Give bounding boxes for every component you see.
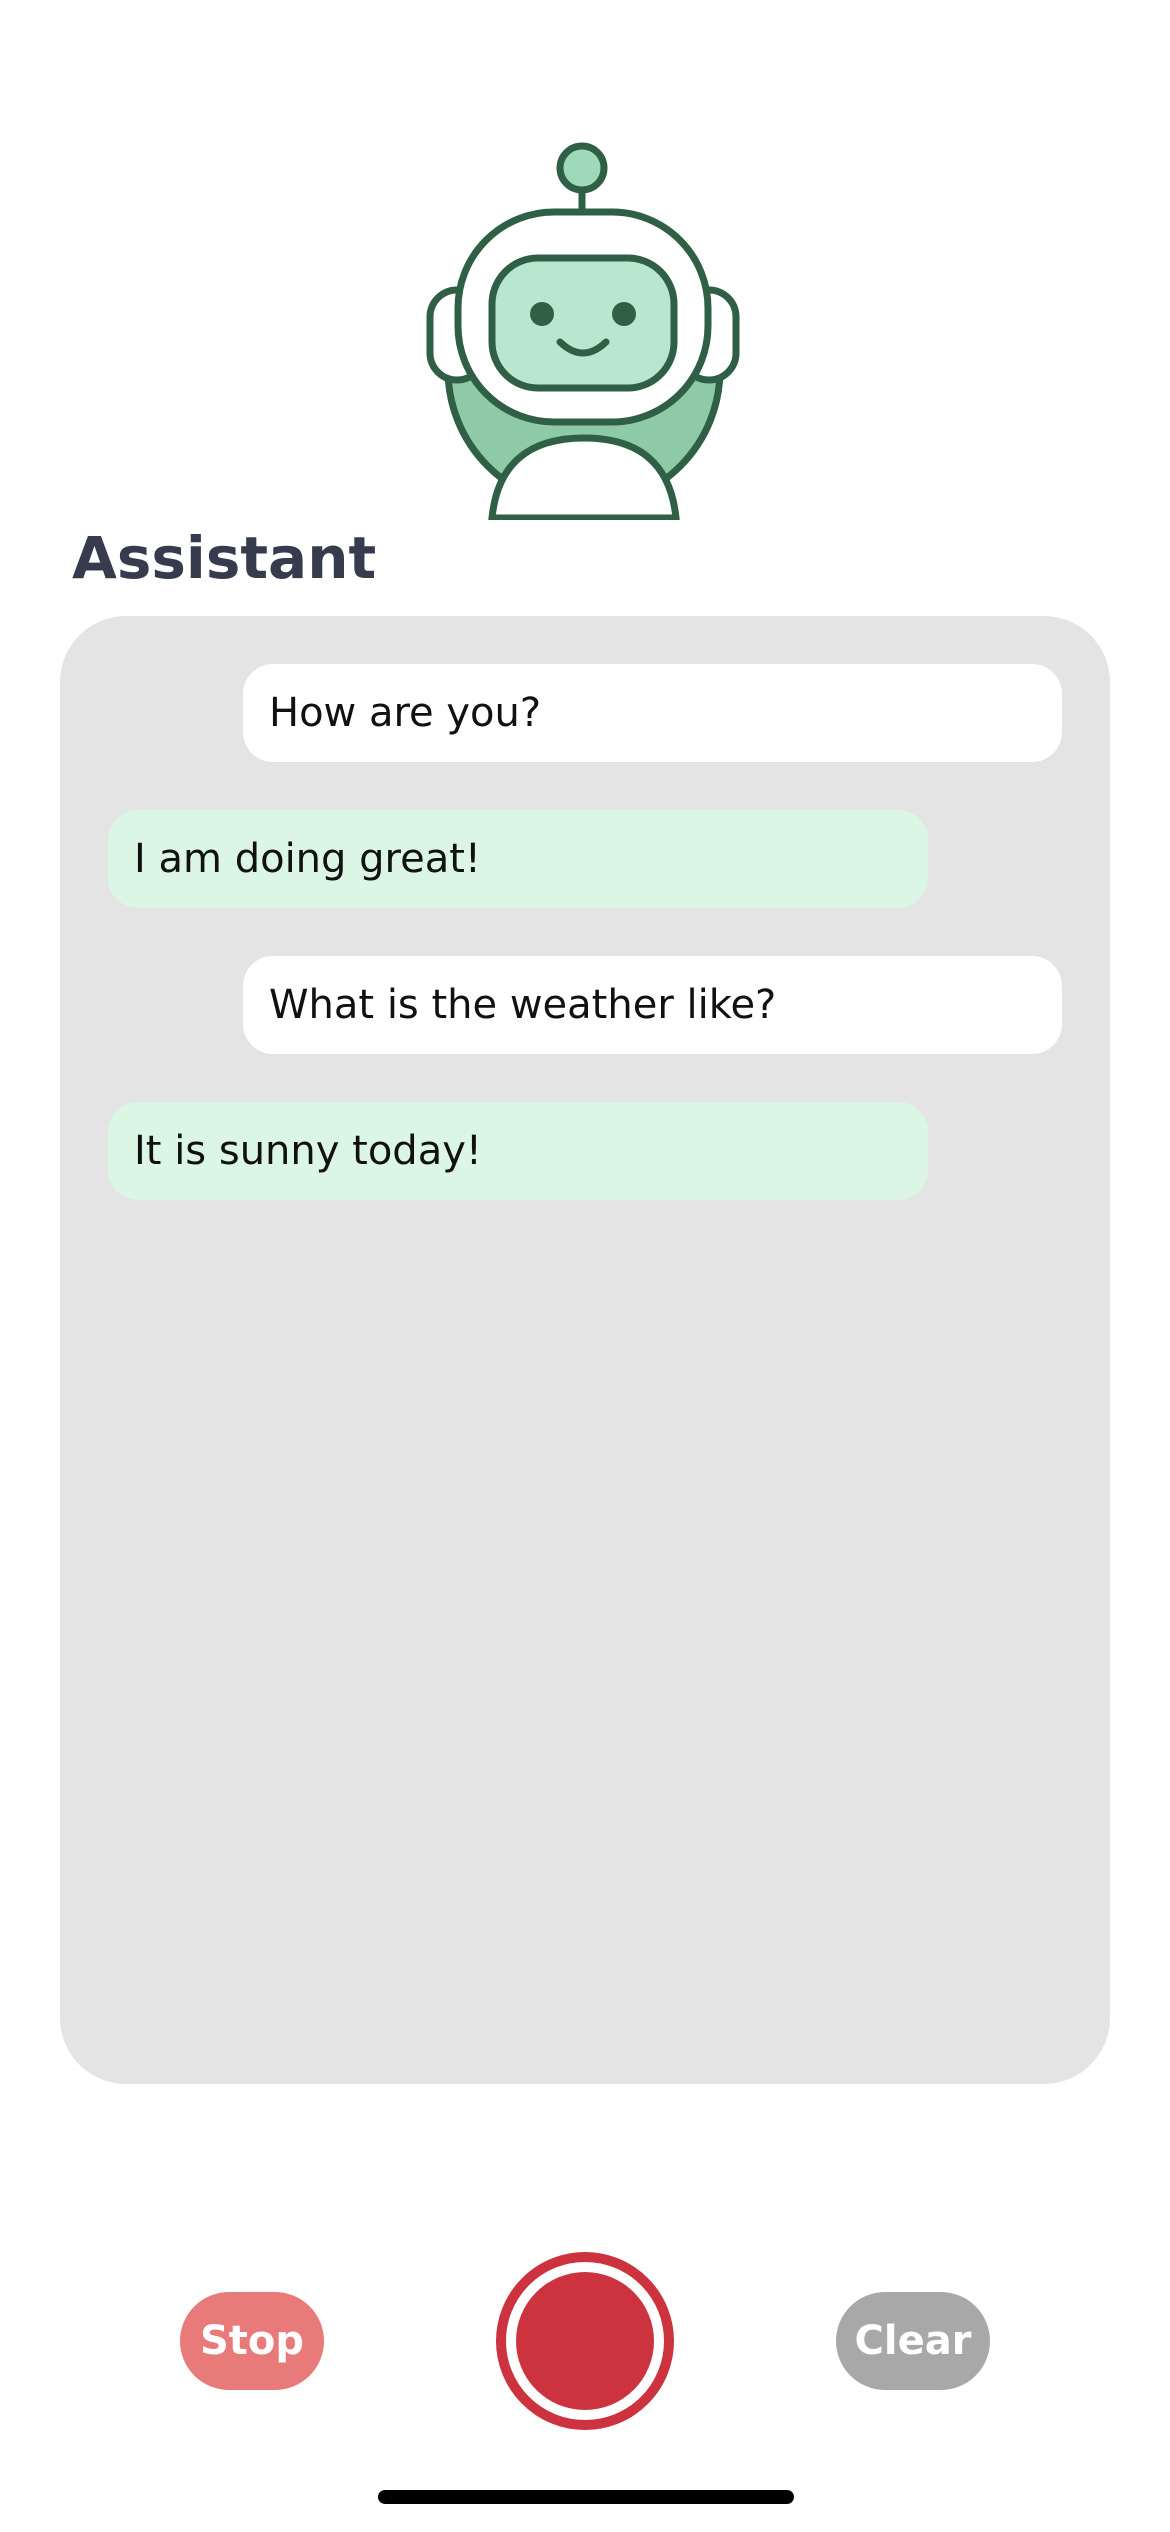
home-indicator[interactable] xyxy=(378,2490,794,2504)
user-message-bubble: What is the weather like? xyxy=(243,956,1062,1054)
user-message-bubble: How are you? xyxy=(243,664,1062,762)
assistant-title: Assistant xyxy=(72,524,377,592)
chat-panel[interactable]: How are you? I am doing great! What is t… xyxy=(60,616,1110,2084)
record-icon xyxy=(516,2272,654,2410)
assistant-message-bubble: It is sunny today! xyxy=(108,1102,928,1200)
stop-button[interactable]: Stop xyxy=(180,2292,324,2390)
clear-button[interactable]: Clear xyxy=(836,2292,990,2390)
record-button[interactable] xyxy=(496,2252,674,2430)
robot-icon xyxy=(396,142,774,522)
assistant-message-bubble: I am doing great! xyxy=(108,810,928,908)
